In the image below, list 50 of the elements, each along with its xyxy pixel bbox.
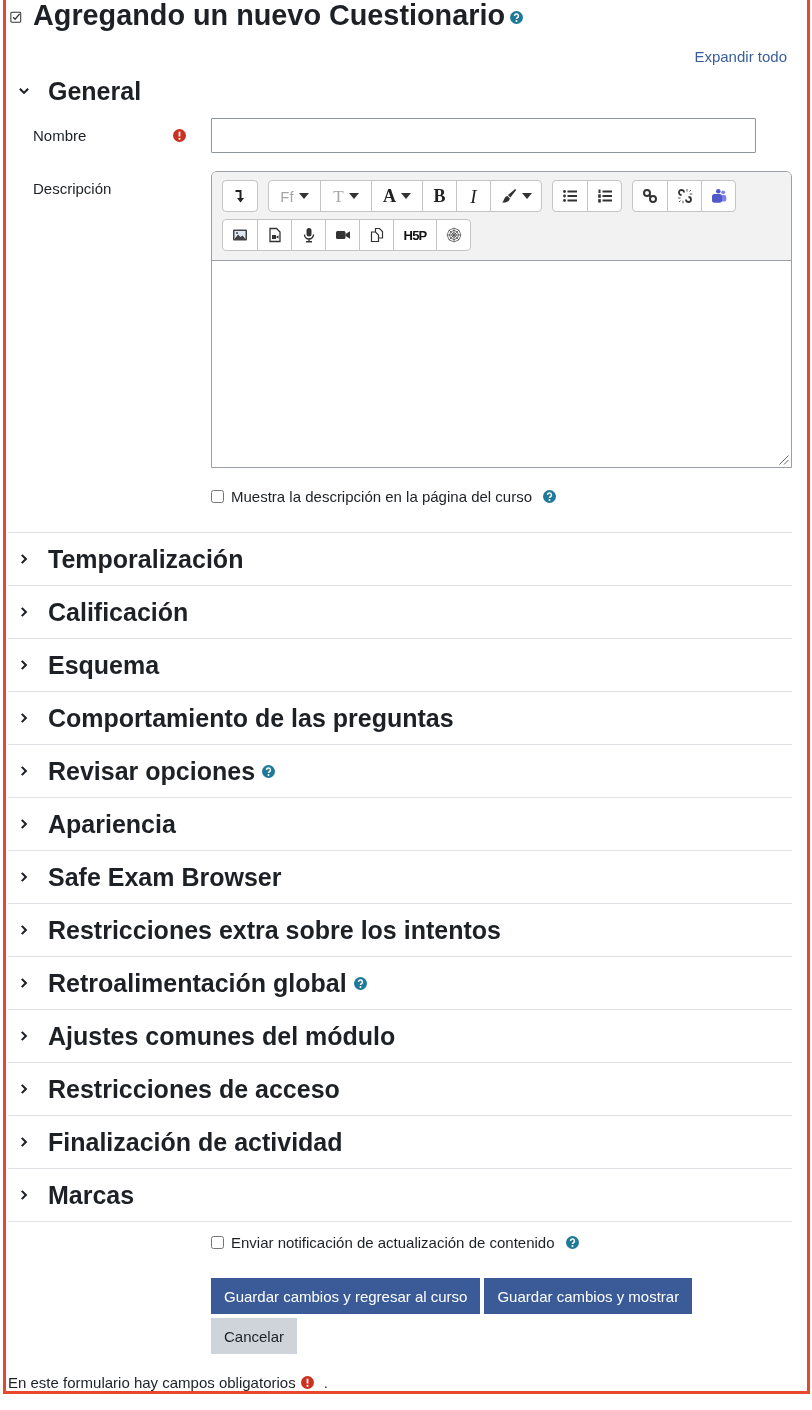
section-toggle[interactable]: Retroalimentación global: [8, 968, 347, 998]
image-icon: [232, 227, 248, 243]
copy-icon: [368, 227, 385, 243]
checkbox-label: Enviar notificación de actualización de contenido: [231, 1233, 555, 1251]
cancel-button[interactable]: Cancelar: [211, 1318, 298, 1354]
section-toggle[interactable]: Restricciones de acceso: [8, 1074, 340, 1104]
primary-button[interactable]: Guardar cambios y mostrar: [484, 1278, 693, 1314]
page-title: Agregando un nuevo Cuestionario: [33, 0, 505, 32]
required-fields-note: En este formulario hay campos obligatorios: [8, 1374, 296, 1391]
checked-box-icon: [10, 11, 22, 23]
checkbox-label: Muestra la descripción en la página del curso: [231, 487, 532, 505]
section-toggle[interactable]: Ajustes comunes del módulo: [8, 1021, 396, 1051]
section-toggle[interactable]: Calificación: [8, 597, 189, 627]
bullet-list-icon: [562, 188, 578, 204]
link-icon: [642, 188, 658, 204]
spiderweb-icon: [445, 227, 462, 243]
question-icon[interactable]: [565, 1235, 579, 1249]
section-toggle[interactable]: Finalización de actividad: [8, 1127, 343, 1157]
section-toggle[interactable]: Comportamiento de las preguntas: [8, 703, 454, 733]
video-file-icon: [266, 227, 283, 243]
toolbar-button[interactable]: B: [422, 181, 456, 211]
resize-handle-icon[interactable]: [777, 453, 789, 465]
section-toggle[interactable]: Revisar opciones: [8, 756, 256, 786]
expand-all-link[interactable]: Expandir todo: [694, 46, 787, 68]
people-icon: [710, 188, 727, 204]
broken-link-icon: [676, 188, 693, 204]
question-icon[interactable]: [353, 976, 367, 990]
section-toggle[interactable]: Apariencia: [8, 809, 176, 839]
brush-icon: [500, 188, 517, 204]
section-toggle[interactable]: Temporalización: [8, 544, 244, 574]
field-label: Descripción: [33, 180, 113, 198]
section-toggle[interactable]: General: [8, 76, 142, 106]
toolbar-button[interactable]: H5P: [393, 220, 436, 250]
section-toggle[interactable]: Safe Exam Browser: [8, 862, 282, 892]
period-text: .: [323, 1374, 328, 1391]
numbered-list-icon: [596, 188, 613, 204]
question-icon[interactable]: [262, 764, 276, 778]
checkbox[interactable]: [211, 489, 224, 503]
field-label: Nombre: [33, 127, 88, 144]
name-input[interactable]: [211, 118, 756, 153]
toolbar-button[interactable]: A: [371, 181, 422, 211]
question-icon[interactable]: [510, 11, 523, 24]
checkbox[interactable]: [211, 1235, 224, 1249]
question-icon[interactable]: [543, 489, 556, 503]
toolbar-button[interactable]: I: [456, 181, 490, 211]
toolbar-button[interactable]: [222, 180, 258, 212]
section-toggle[interactable]: Esquema: [8, 650, 160, 680]
section-toggle[interactable]: Marcas: [8, 1180, 135, 1210]
primary-button[interactable]: Guardar cambios y regresar al curso: [211, 1278, 481, 1314]
section-toggle[interactable]: Restricciones extra sobre los intentos: [8, 915, 501, 945]
